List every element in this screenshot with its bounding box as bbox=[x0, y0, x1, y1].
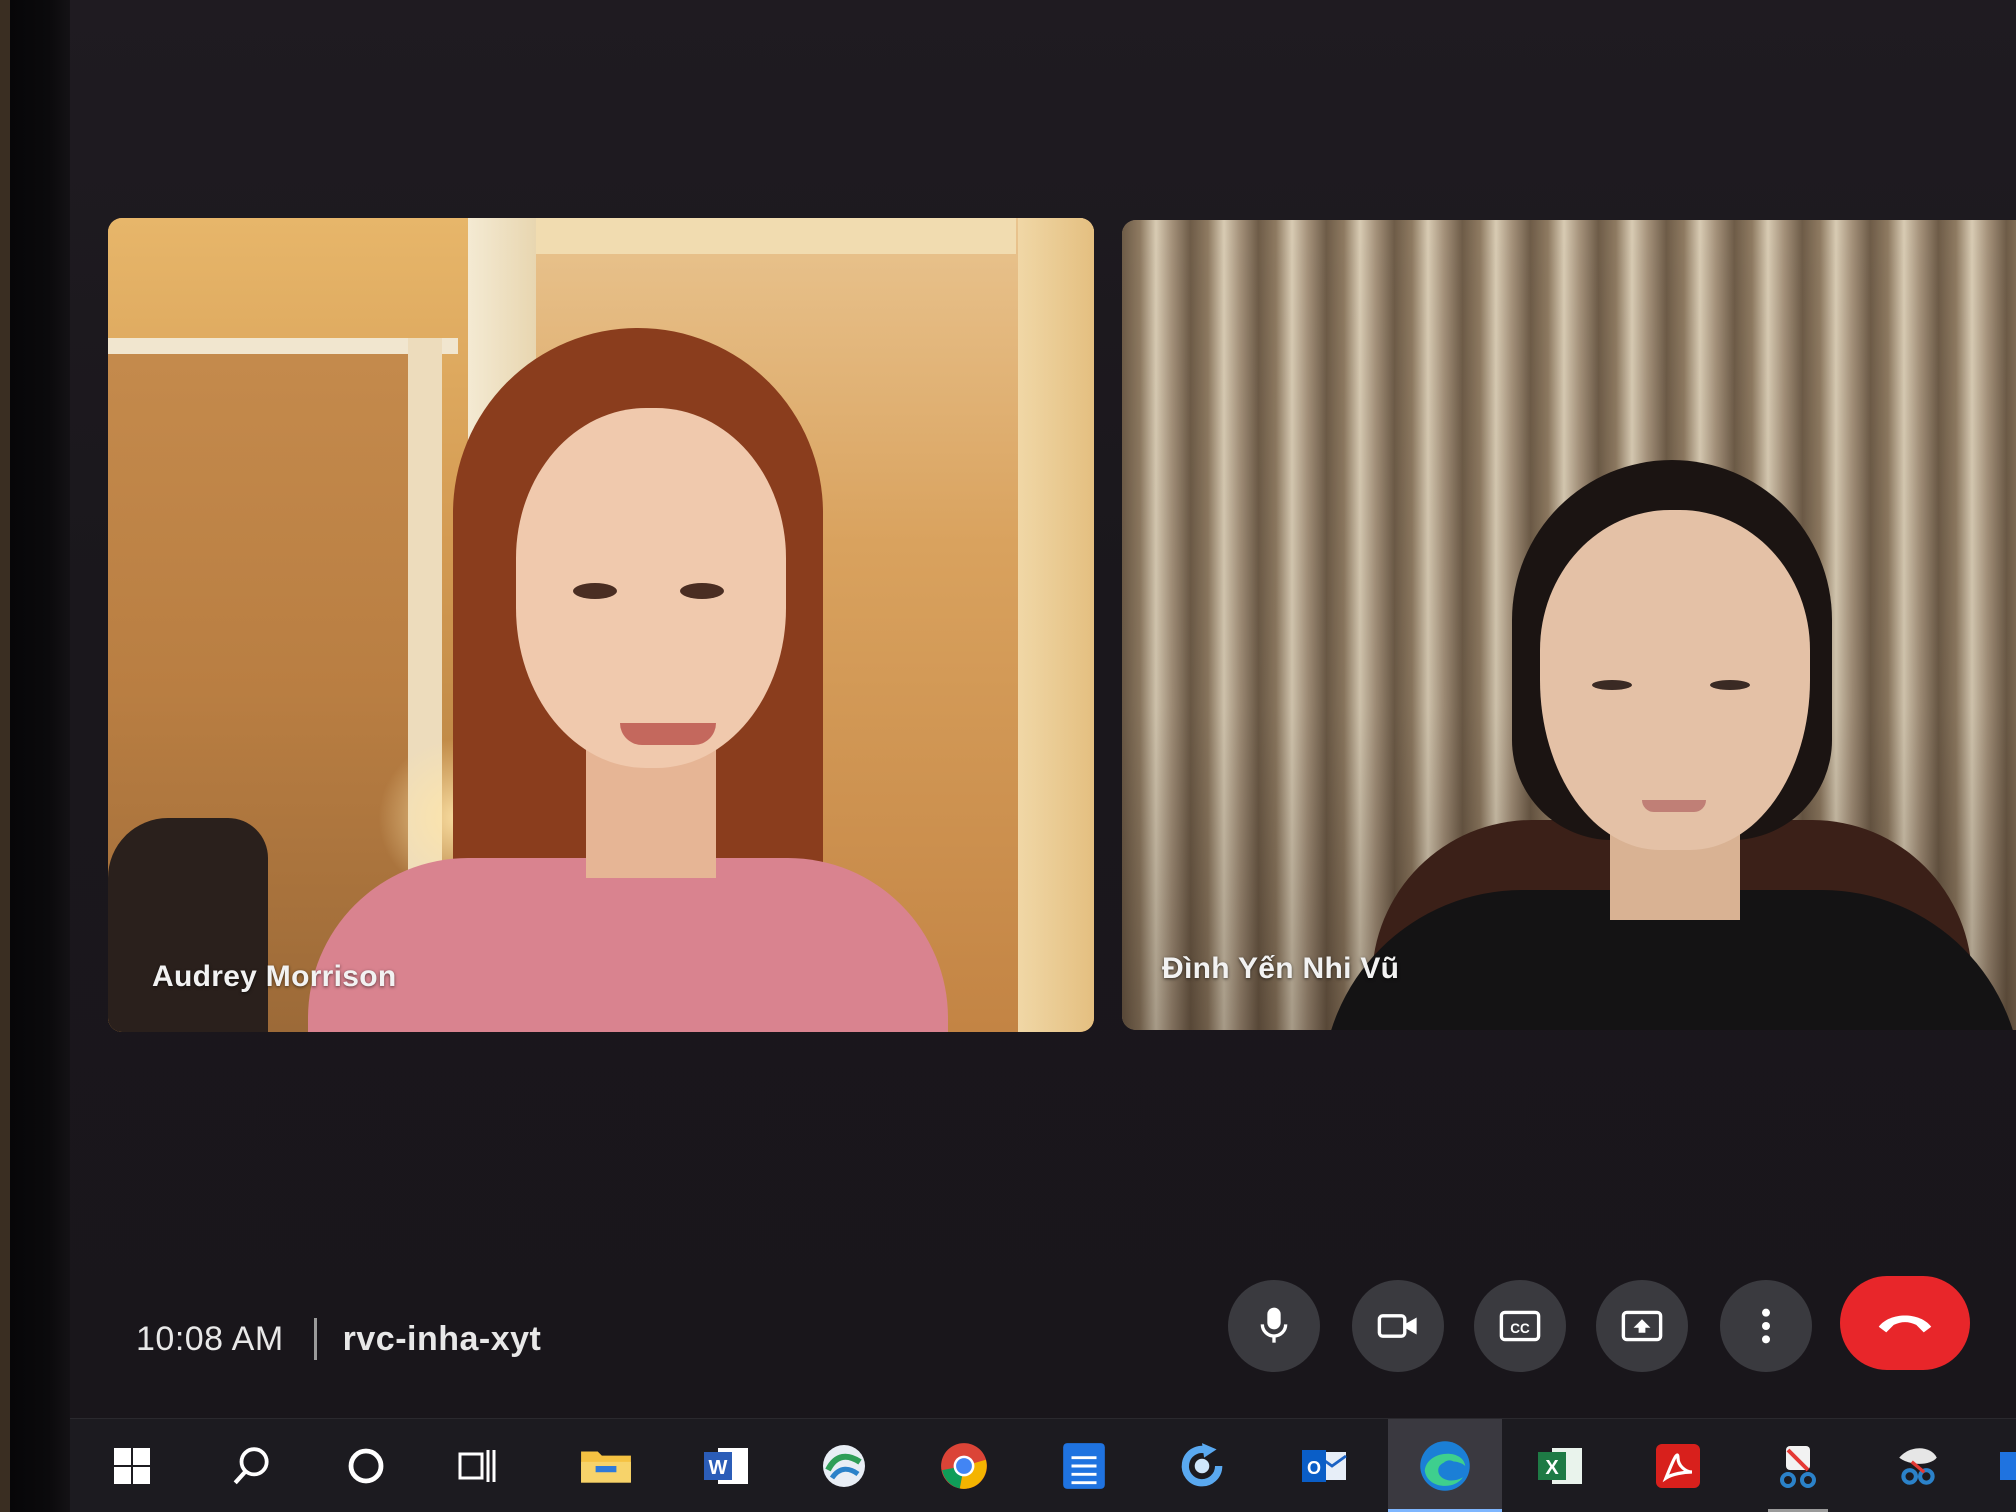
camera-icon bbox=[1377, 1314, 1417, 1338]
taskbar-sketch-app[interactable] bbox=[1866, 1419, 1970, 1512]
participant-mouth bbox=[1642, 800, 1706, 812]
sketch-app-icon bbox=[1899, 1448, 1937, 1485]
word-icon: W bbox=[704, 1448, 748, 1484]
taskbar-task-view-button[interactable] bbox=[426, 1419, 530, 1512]
participant-eye-left bbox=[573, 583, 617, 599]
taskbar-connect-app[interactable] bbox=[792, 1419, 896, 1512]
svg-text:CC: CC bbox=[1510, 1321, 1530, 1336]
present-button[interactable] bbox=[1596, 1280, 1688, 1372]
svg-text:X: X bbox=[1545, 1457, 1559, 1479]
bezel-edge bbox=[0, 0, 10, 1512]
hang-up-icon bbox=[1878, 1315, 1932, 1333]
microphone-button[interactable] bbox=[1228, 1280, 1320, 1372]
participant-face bbox=[1540, 510, 1810, 850]
svg-text:W: W bbox=[709, 1457, 728, 1479]
present-screen-icon bbox=[1621, 1310, 1663, 1342]
file-explorer-icon bbox=[581, 1451, 631, 1483]
camera-button[interactable] bbox=[1352, 1280, 1444, 1372]
more-options-button[interactable] bbox=[1720, 1280, 1812, 1372]
participant-eye-left bbox=[1592, 680, 1632, 690]
participant-shirt bbox=[308, 858, 948, 1032]
task-view-icon bbox=[458, 1450, 496, 1482]
taskbar-snip-sketch[interactable] bbox=[1746, 1419, 1850, 1512]
participant-name-label: Đình Yến Nhi Vũ bbox=[1162, 952, 1400, 985]
refresh-app-icon bbox=[1181, 1443, 1223, 1487]
document-app-icon bbox=[1063, 1443, 1105, 1489]
taskbar-overflow-app[interactable] bbox=[1990, 1419, 2016, 1512]
app-icon bbox=[2000, 1452, 2016, 1480]
taskbar-start-button[interactable] bbox=[80, 1419, 184, 1512]
participant-name-label: Audrey Morrison bbox=[152, 960, 397, 993]
more-vertical-icon bbox=[1762, 1308, 1770, 1344]
chrome-icon bbox=[941, 1443, 987, 1489]
participant-eye-right bbox=[1710, 680, 1750, 690]
svg-text:O: O bbox=[1307, 1458, 1321, 1478]
taskbar-cortana-button[interactable] bbox=[314, 1419, 418, 1512]
video-door-right bbox=[1018, 218, 1094, 1032]
taskbar-search-button[interactable] bbox=[200, 1419, 304, 1512]
taskbar-outlook[interactable]: O bbox=[1272, 1419, 1376, 1512]
mic-icon bbox=[1260, 1307, 1288, 1343]
taskbar-document-app[interactable] bbox=[1032, 1419, 1136, 1512]
participant-tile-nhi[interactable]: Đình Yến Nhi Vũ bbox=[1122, 220, 2016, 1030]
video-ceiling bbox=[536, 218, 1016, 254]
meeting-divider bbox=[313, 1318, 317, 1360]
connect-app-icon bbox=[823, 1445, 865, 1487]
taskbar-word[interactable]: W bbox=[674, 1419, 778, 1512]
taskbar-chrome[interactable] bbox=[912, 1419, 1016, 1512]
leave-call-button[interactable] bbox=[1840, 1276, 1970, 1370]
meeting-code[interactable]: rvc-inha-xyt bbox=[343, 1320, 542, 1359]
participant-eye-right bbox=[680, 583, 724, 599]
outlook-icon: O bbox=[1302, 1450, 1347, 1482]
participant-mouth bbox=[620, 723, 716, 745]
monitor-bezel bbox=[0, 0, 70, 1512]
taskbar-edge[interactable] bbox=[1388, 1419, 1502, 1512]
screen: Audrey Morrison Đình Yến Nhi Vũ 10:08 AM… bbox=[0, 0, 2016, 1512]
meeting-info: 10:08 AM rvc-inha-xyt bbox=[136, 1314, 541, 1364]
edge-icon bbox=[1420, 1441, 1470, 1491]
snip-sketch-icon bbox=[1780, 1446, 1816, 1488]
acrobat-icon bbox=[1656, 1444, 1700, 1488]
participant-tile-audrey[interactable]: Audrey Morrison bbox=[108, 218, 1094, 1032]
taskbar-excel[interactable]: X bbox=[1508, 1419, 1612, 1512]
participant-face bbox=[516, 408, 786, 768]
windows-start-icon bbox=[114, 1448, 150, 1484]
meeting-time: 10:08 AM bbox=[136, 1319, 284, 1358]
taskbar-acrobat[interactable] bbox=[1626, 1419, 1730, 1512]
video-coat bbox=[108, 818, 268, 1032]
closed-captions-icon: CC bbox=[1499, 1310, 1541, 1342]
taskbar-refresh-app[interactable] bbox=[1150, 1419, 1254, 1512]
search-icon bbox=[233, 1447, 269, 1485]
cortana-icon bbox=[348, 1448, 384, 1484]
taskbar-file-explorer[interactable] bbox=[554, 1419, 658, 1512]
video-door-frame bbox=[108, 338, 458, 354]
taskbar: W O X bbox=[70, 1418, 2016, 1512]
captions-button[interactable]: CC bbox=[1474, 1280, 1566, 1372]
excel-icon: X bbox=[1538, 1448, 1582, 1484]
